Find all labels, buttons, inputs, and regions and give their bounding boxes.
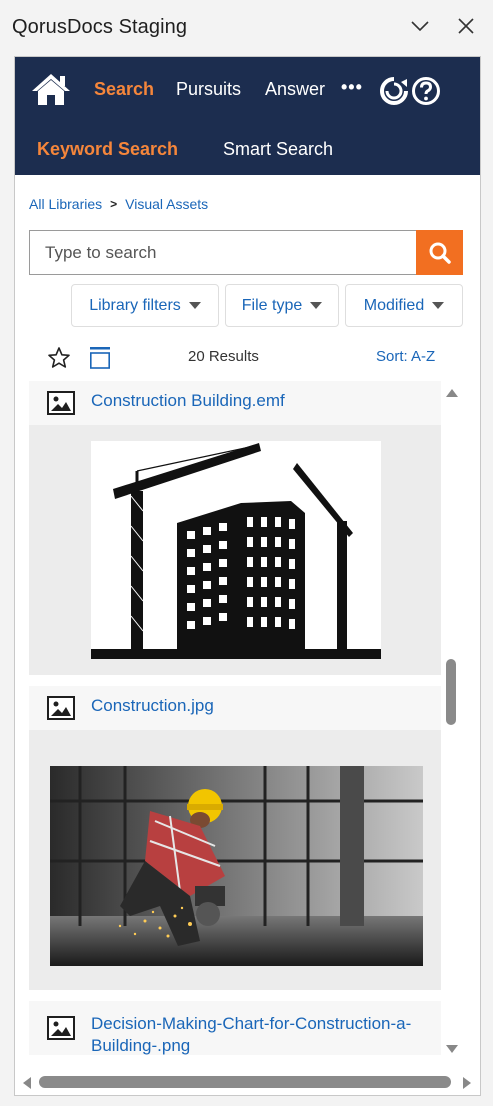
search-input[interactable] [30, 231, 416, 274]
sub-nav: Keyword Search Smart Search [15, 123, 480, 175]
navbar: Search Pursuits Answer ••• Keyword Searc… [15, 57, 480, 175]
home-button[interactable] [31, 72, 71, 111]
more-menu-button[interactable]: ••• [341, 77, 363, 98]
caret-down-icon [432, 302, 445, 309]
scroll-down-icon[interactable] [446, 1045, 458, 1053]
taskpane-frame: Search Pursuits Answer ••• Keyword Searc… [14, 56, 481, 1096]
home-icon [32, 74, 70, 105]
star-icon [48, 347, 70, 368]
breadcrumb-all-libraries[interactable]: All Libraries [29, 196, 102, 212]
caret-down-icon [188, 302, 201, 309]
vertical-scroll-thumb[interactable] [446, 659, 456, 725]
breadcrumb: All Libraries > Visual Assets [29, 196, 208, 212]
image-icon [47, 696, 75, 720]
breadcrumb-visual-assets[interactable]: Visual Assets [125, 196, 208, 212]
search-icon [429, 242, 451, 264]
list-item[interactable]: Construction.jpg [29, 686, 441, 990]
window-title: QorusDocs Staging [12, 15, 188, 38]
card-header: Decision-Making-Chart-for-Construction-a… [29, 1001, 441, 1055]
nav-answer[interactable]: Answer [265, 79, 325, 100]
layout-toggle-button[interactable] [89, 346, 111, 375]
list-item[interactable]: Construction Building.emf [29, 381, 441, 675]
sort-button[interactable]: Sort: A-Z [376, 348, 435, 365]
card-view-icon [89, 347, 110, 369]
card-header: Construction.jpg [29, 686, 441, 730]
tab-keyword-search[interactable]: Keyword Search [37, 139, 178, 160]
asset-name[interactable]: Decision-Making-Chart-for-Construction-a… [91, 1013, 436, 1055]
nav-pursuits[interactable]: Pursuits [176, 79, 241, 100]
scroll-left-icon[interactable] [23, 1077, 31, 1089]
results-count: 20 Results [188, 348, 259, 365]
construction-worker-thumbnail [50, 766, 423, 966]
modified-dropdown[interactable]: Modified [345, 284, 463, 327]
breadcrumb-separator: > [110, 197, 118, 211]
list-item[interactable]: Decision-Making-Chart-for-Construction-a… [29, 1001, 441, 1055]
library-filters-dropdown[interactable]: Library filters [71, 284, 219, 327]
asset-name[interactable]: Construction Building.emf [91, 390, 436, 412]
results-list: Construction Building.emf Construction.j… [29, 381, 441, 1055]
caret-down-icon [310, 302, 323, 309]
modified-label: Modified [363, 296, 425, 314]
minimize-button[interactable] [406, 12, 434, 40]
nav-search[interactable]: Search [94, 79, 154, 100]
scroll-up-icon[interactable] [446, 389, 458, 397]
close-button[interactable] [452, 12, 480, 40]
construction-building-thumbnail [91, 441, 381, 659]
file-type-label: File type [241, 296, 303, 314]
refresh-icon [380, 77, 408, 105]
file-type-dropdown[interactable]: File type [225, 284, 339, 327]
vertical-scrollbar[interactable] [443, 381, 461, 1055]
favorites-button[interactable] [47, 346, 71, 375]
help-icon [412, 77, 440, 105]
image-icon [47, 1016, 75, 1040]
refresh-button[interactable] [379, 76, 409, 111]
horizontal-scrollbar[interactable] [15, 1069, 480, 1095]
main-nav: Search Pursuits Answer ••• [15, 57, 480, 123]
card-header: Construction Building.emf [29, 381, 441, 425]
tab-smart-search[interactable]: Smart Search [223, 139, 333, 160]
chevron-down-icon [411, 21, 429, 32]
search-button[interactable] [416, 230, 463, 275]
image-icon [47, 391, 75, 415]
horizontal-scroll-thumb[interactable] [39, 1076, 451, 1088]
asset-name[interactable]: Construction.jpg [91, 695, 436, 717]
close-icon [458, 18, 474, 34]
scroll-right-icon[interactable] [463, 1077, 471, 1089]
search-box [29, 230, 416, 275]
help-button[interactable] [411, 76, 441, 111]
library-filters-label: Library filters [89, 296, 181, 314]
